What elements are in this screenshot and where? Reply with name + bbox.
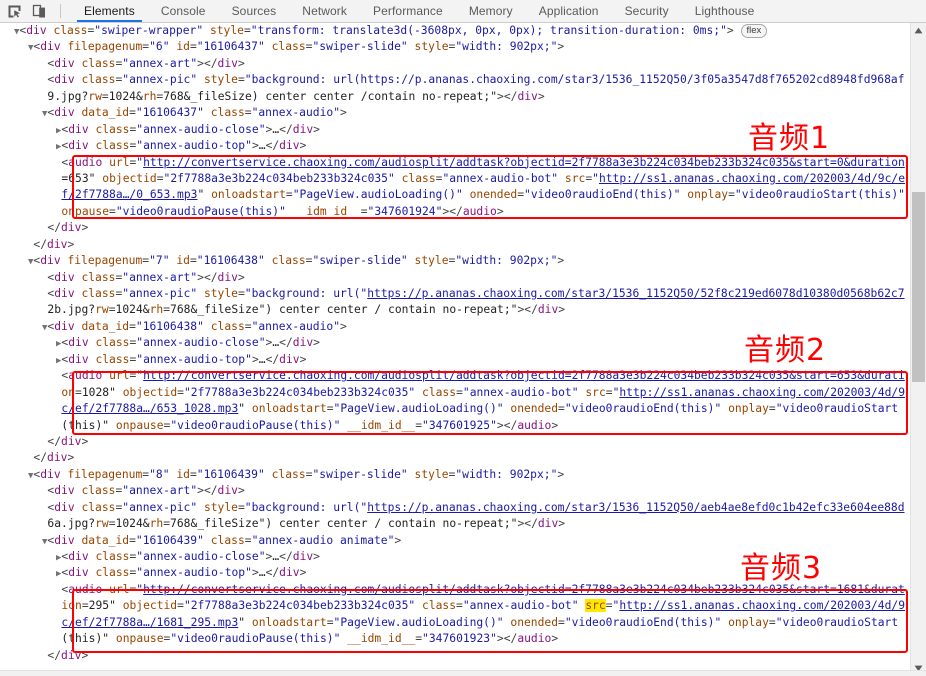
tab-lighthouse[interactable]: Lighthouse: [682, 0, 768, 22]
devtools-tab-bar: Elements Console Sources Network Perform…: [71, 0, 767, 22]
tab-security[interactable]: Security: [612, 0, 682, 22]
tab-performance-label: Performance: [373, 4, 443, 18]
dom-tree-line[interactable]: 9.jpg?rw=1024&rh=768&_fileSize) center c…: [0, 89, 910, 105]
tab-elements[interactable]: Elements: [71, 0, 148, 22]
tab-performance[interactable]: Performance: [360, 0, 456, 22]
dom-tree-line[interactable]: <div class="annex-pic" style="background…: [0, 72, 910, 88]
panel-bottom-edge: [0, 670, 926, 676]
toolbar-divider: [60, 4, 61, 18]
dom-tree-line[interactable]: =653" objectid="2f7788a3e3b224c034beb233…: [0, 171, 910, 187]
dom-tree-line[interactable]: ▼<div class="swiper-wrapper" style="tran…: [0, 23, 910, 39]
dom-tree-line[interactable]: ▼<div filepagenum="7" id="16106438" clas…: [0, 253, 910, 269]
tab-security-label: Security: [624, 4, 669, 18]
tab-elements-label: Elements: [84, 4, 135, 18]
dom-tree-line[interactable]: c/ef/2f7788a…/653_1028.mp3" onloadstart=…: [0, 401, 910, 417]
dom-tree-line[interactable]: <div class="annex-art"></div>: [0, 270, 910, 286]
device-toolbar-icon[interactable]: [31, 3, 48, 19]
dom-tree-line[interactable]: ion=295" objectid="2f7788a3e3b224c034beb…: [0, 598, 910, 614]
tab-application[interactable]: Application: [526, 0, 612, 22]
tab-console[interactable]: Console: [148, 0, 219, 22]
dom-tree-line[interactable]: <div class="annex-art"></div>: [0, 56, 910, 72]
dom-tree-line[interactable]: (this)" onpause="video0raudioPause(this)…: [0, 631, 910, 647]
dom-tree-line[interactable]: <div class="annex-pic" style="background…: [0, 500, 910, 516]
tab-sources[interactable]: Sources: [219, 0, 290, 22]
tab-sources-label: Sources: [231, 4, 277, 18]
tab-application-label: Application: [538, 4, 599, 18]
scrollbar-thumb[interactable]: [912, 192, 925, 382]
dom-tree-line[interactable]: </div>: [0, 237, 910, 253]
dom-tree-line[interactable]: </div>: [0, 434, 910, 450]
annotation-label-2: 音频2: [744, 333, 827, 368]
dom-tree-line[interactable]: <div class="annex-pic" style="background…: [0, 286, 910, 302]
dom-tree-line[interactable]: ▼<div filepagenum="8" id="16106439" clas…: [0, 467, 910, 483]
dom-tree-line[interactable]: </div>: [0, 648, 910, 664]
dom-tree-line[interactable]: <audio url="http://convertservice.chaoxi…: [0, 368, 910, 384]
tab-console-label: Console: [160, 4, 206, 18]
dom-tree-line[interactable]: 6a.jpg?rw=1024&rh=768&_fileSize") center…: [0, 516, 910, 532]
tab-lighthouse-label: Lighthouse: [694, 4, 755, 18]
annotation-label-1: 音频1: [748, 121, 831, 156]
dom-tree-line[interactable]: on=1028" objectid="2f7788a3e3b224c034beb…: [0, 385, 910, 401]
inspect-element-icon[interactable]: [6, 3, 23, 19]
dom-tree-line[interactable]: <div class="annex-art"></div>: [0, 483, 910, 499]
devtools-toolbar: Elements Console Sources Network Perform…: [0, 0, 926, 23]
dom-tree-line[interactable]: 2b.jpg?rw=1024&rh=768&_fileSize") center…: [0, 302, 910, 318]
dom-tree-scrollbar[interactable]: [910, 22, 926, 676]
dom-tree-line[interactable]: </div>: [0, 220, 910, 236]
dom-tree-line[interactable]: f/2f7788a…/0_653.mp3" onloadstart="PageV…: [0, 187, 910, 203]
dom-tree-line[interactable]: </div>: [0, 450, 910, 466]
scroll-up-arrow-icon[interactable]: [911, 22, 926, 38]
tab-memory[interactable]: Memory: [456, 0, 526, 22]
annotation-label-3: 音频3: [740, 551, 823, 586]
search-match-highlight: src: [585, 599, 606, 613]
dom-tree-line[interactable]: onpause="video0raudioPause(this)" __idm_…: [0, 204, 910, 220]
dom-tree-line[interactable]: (this)" onpause="video0raudioPause(this)…: [0, 418, 910, 434]
toolbar-icon-group: [0, 0, 71, 22]
tab-network[interactable]: Network: [289, 0, 360, 22]
tab-network-label: Network: [302, 4, 348, 18]
flex-badge[interactable]: flex: [740, 24, 768, 38]
tab-memory-label: Memory: [468, 4, 513, 18]
dom-tree-line[interactable]: c/ef/2f7788a…/1681_295.mp3" onloadstart=…: [0, 615, 910, 631]
dom-tree-line[interactable]: ▼<div filepagenum="6" id="16106437" clas…: [0, 39, 910, 55]
